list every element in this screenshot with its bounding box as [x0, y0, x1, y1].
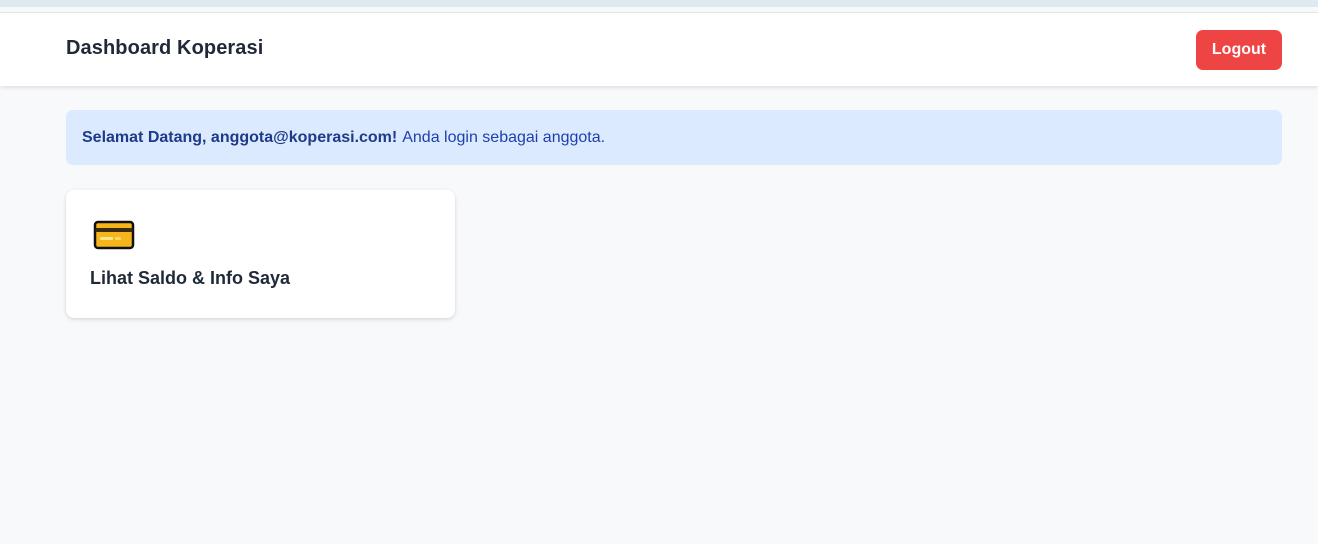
card-label: Lihat Saldo & Info Saya [90, 268, 291, 288]
logout-button[interactable]: Logout [1196, 30, 1282, 70]
welcome-greeting: Selamat Datang, anggota@koperasi.com! [82, 128, 398, 146]
menu-card-saldo[interactable]: Lihat Saldo & Info Saya [66, 190, 455, 318]
welcome-message: Anda login sebagai anggota. [402, 128, 606, 146]
navbar: Dashboard Koperasi Logout [0, 13, 1318, 86]
credit-card-icon [93, 220, 135, 250]
welcome-alert: Selamat Datang, anggota@koperasi.com! An… [66, 110, 1282, 165]
dashboard-title: Dashboard Koperasi [66, 37, 264, 59]
browser-top-strip [0, 0, 1318, 7]
